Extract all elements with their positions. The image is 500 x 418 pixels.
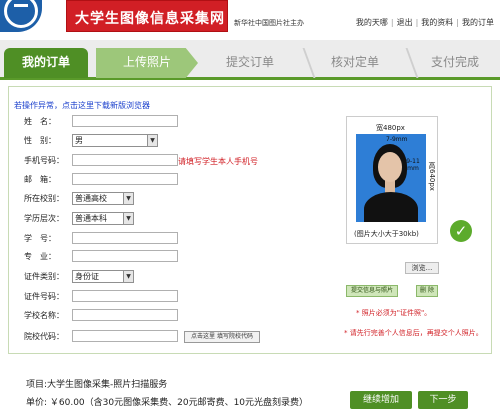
link-profile[interactable]: 我的资料 [421, 18, 453, 27]
education-select[interactable]: 普通本科 ▼ [72, 212, 134, 225]
organizer-text: 新华社中国图片社主办 [234, 19, 304, 27]
field-label: 专 业： [24, 252, 56, 261]
step-my-orders[interactable]: 我的订单 [4, 48, 88, 78]
project-label: 项目:大学生图像采集-照片扫描服务 [26, 380, 168, 390]
field-label: 手机号码： [24, 156, 64, 165]
field-label: 学 号： [24, 234, 56, 243]
chevron-down-icon: ▼ [147, 135, 157, 146]
chevron-down-icon: ▼ [123, 213, 133, 224]
header: 大学生图像信息采集网 新华社中国图片社主办 我的天哪 | 退出 | 我的资料 | 我的订单 [0, 0, 500, 38]
field-label: 学历层次： [24, 214, 64, 223]
field-label: 所在校别： [24, 194, 64, 203]
logo-icon [0, 0, 42, 32]
step-submit-order: 提交订单 [225, 55, 274, 69]
field-label: 学校名称： [24, 311, 64, 320]
school-code-button[interactable]: 点击这里 填写院校代码 [184, 331, 260, 343]
continue-add-button[interactable]: 继续增加 [350, 391, 412, 409]
photo-head-size-label: 9-11 mm [406, 158, 420, 172]
step-upload-photo: 上传照片 [96, 48, 198, 78]
email-input[interactable] [72, 173, 178, 185]
gender-select[interactable]: 男 ▼ [72, 134, 158, 147]
phone-hint: 请填写学生本人手机号 [178, 157, 258, 166]
link-user[interactable]: 我的天哪 [356, 18, 388, 27]
submit-photo-button[interactable]: 提交信息与照片 [346, 285, 398, 297]
school-code-input[interactable] [72, 330, 178, 342]
school-name-input[interactable] [72, 309, 178, 321]
field-label: 院校代码： [24, 332, 64, 341]
sample-photo [356, 134, 426, 222]
download-browser-link[interactable]: 若操作异常，点击这里下载新版浏览器 [14, 100, 150, 111]
check-icon: ✓ [450, 220, 472, 242]
link-orders[interactable]: 我的订单 [462, 18, 494, 27]
photo-top-margin-label: 7-9mm [386, 136, 408, 143]
price-label: 单价: ￥60.00（含30元图像采集费、20元邮寄费、10元光盘刻录费） [26, 398, 309, 408]
id-type-select[interactable]: 身份证 ▼ [72, 270, 134, 283]
next-step-button[interactable]: 下一步 [418, 391, 468, 409]
id-number-input[interactable] [72, 290, 178, 302]
photo-order-note: * 请先行完善个人信息后，再提交个人照片。 [344, 329, 483, 337]
field-label: 性 别： [24, 136, 56, 145]
school-type-select[interactable]: 普通高校 ▼ [72, 192, 134, 205]
brand-banner: 大学生图像信息采集网 [66, 0, 228, 32]
brand-title: 大学生图像信息采集网 [75, 11, 225, 27]
top-links: 我的天哪 | 退出 | 我的资料 | 我的订单 [355, 18, 494, 27]
field-label: 邮 箱： [24, 175, 56, 184]
step-payment-done: 支付完成 [430, 55, 479, 69]
name-input[interactable] [72, 115, 178, 127]
step-verify-order: 核对定单 [330, 55, 379, 69]
delete-photo-button[interactable]: 删 除 [416, 285, 438, 297]
photo-requirement-note: * 照片必须为"证件照"。 [356, 309, 432, 317]
field-label: 姓 名： [24, 117, 56, 126]
photo-size-note: (图片大小大于30kb) [354, 230, 419, 238]
select-value: 普通高校 [75, 194, 107, 203]
field-label: 证件类别： [24, 272, 64, 281]
phone-input[interactable] [72, 154, 178, 166]
major-input[interactable] [72, 250, 178, 262]
photo-height-label: 高640px [428, 162, 436, 191]
link-logout[interactable]: 退出 [397, 18, 413, 27]
chevron-down-icon: ▼ [123, 193, 133, 204]
student-id-input[interactable] [72, 232, 178, 244]
field-label: 证件号码： [24, 292, 64, 301]
browse-button[interactable]: 浏览... [405, 262, 439, 274]
photo-width-label: 宽480px [376, 124, 405, 132]
select-value: 身份证 [75, 272, 99, 281]
chevron-down-icon: ▼ [123, 271, 133, 282]
step-bar: 我的订单 上传照片 提交订单 核对定单 支付完成 [0, 40, 500, 80]
select-value: 男 [75, 136, 83, 145]
select-value: 普通本科 [75, 214, 107, 223]
page: 大学生图像信息采集网 新华社中国图片社主办 我的天哪 | 退出 | 我的资料 | 我的订单 … [0, 0, 500, 418]
